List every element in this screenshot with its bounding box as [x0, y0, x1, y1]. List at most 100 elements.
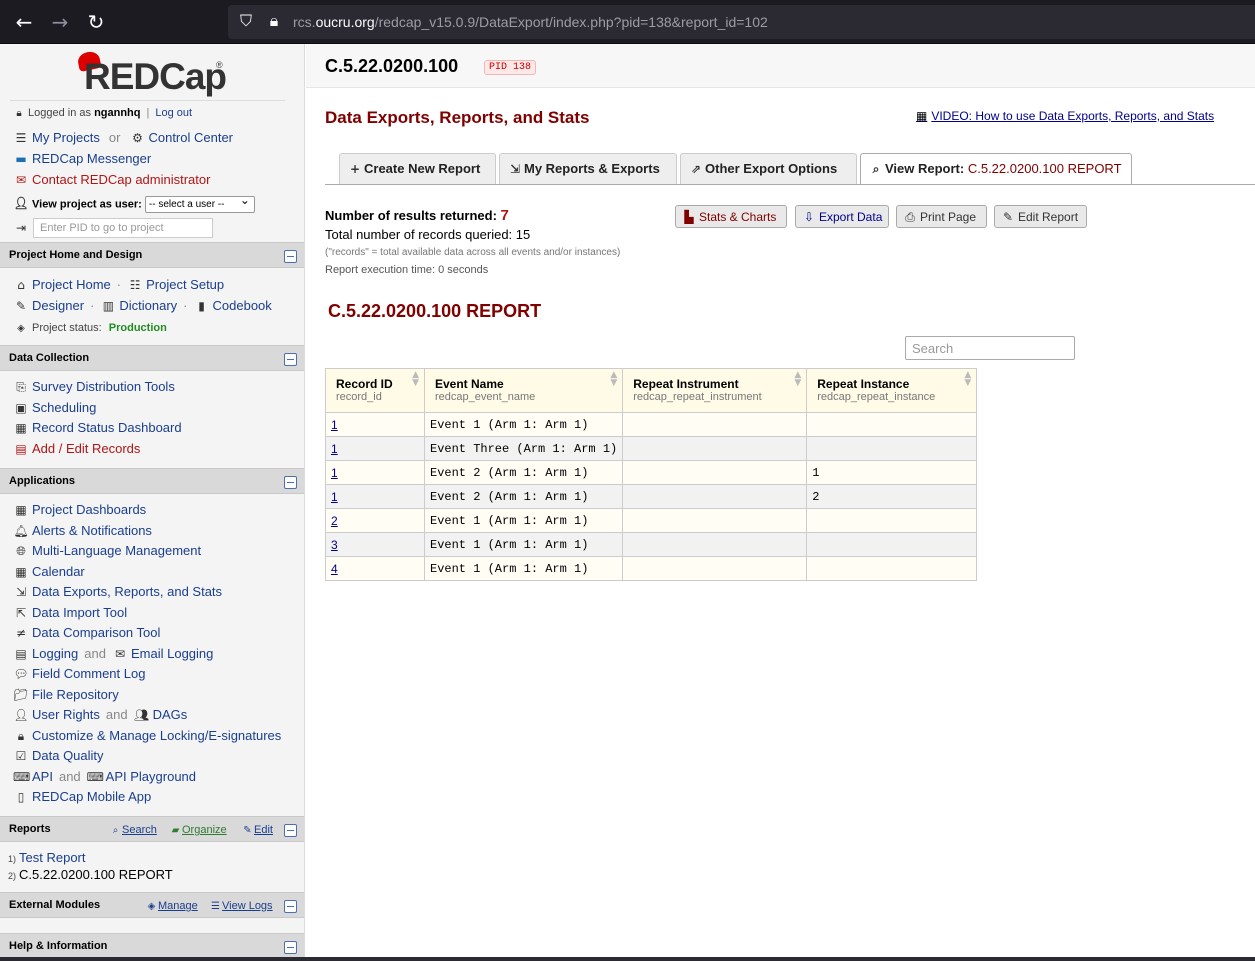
designer-link[interactable]: Designer: [32, 298, 84, 313]
calendar-link[interactable]: Calendar: [32, 564, 85, 579]
record-link[interactable]: 2: [331, 514, 338, 528]
project-title-bar: C.5.22.0200.100 PID 138: [306, 44, 1255, 88]
tab-create-new-report[interactable]: + Create New Report: [339, 153, 496, 184]
reports-organize-link[interactable]: ▰ Organize: [170, 824, 227, 836]
edit-report-button[interactable]: ✎ Edit Report: [994, 205, 1087, 228]
view-as-user-select[interactable]: -- select a user --: [144, 193, 255, 213]
file-repository-link[interactable]: File Repository: [32, 687, 119, 702]
collapse-icon[interactable]: [284, 824, 297, 837]
data-import-link[interactable]: Data Import Tool: [32, 605, 127, 620]
forward-arrow-icon[interactable]: →: [46, 8, 74, 36]
record-link[interactable]: 1: [331, 418, 338, 432]
user-rights-link[interactable]: User Rights: [32, 707, 100, 722]
record-status-dashboard-link[interactable]: Record Status Dashboard: [32, 420, 182, 435]
alerts-link[interactable]: Alerts & Notifications: [32, 523, 152, 538]
grid-icon: ▦: [15, 421, 27, 435]
data-comparison-link[interactable]: Data Comparison Tool: [32, 625, 160, 640]
collapse-icon[interactable]: [284, 900, 297, 913]
address-bar[interactable]: ⛉ 🔒︎ rcs.oucru.org/redcap_v15.0.9/DataEx…: [228, 5, 1255, 39]
logging-link[interactable]: Logging: [32, 646, 78, 661]
redcap-logo[interactable]: REDCap ®: [76, 49, 228, 98]
chart-bar-icon: ▙: [684, 210, 694, 224]
reports-edit-link[interactable]: ✎ Edit: [242, 824, 273, 836]
reports-search-link[interactable]: ⌕ Search: [110, 824, 157, 836]
modules-manage-link[interactable]: ◈ Manage: [146, 900, 198, 912]
chat-icon: ▬: [15, 152, 27, 166]
table-row: 1 Event 1 (Arm 1: Arm 1): [325, 412, 978, 437]
record-link[interactable]: 1: [331, 442, 338, 456]
project-setup-link[interactable]: Project Setup: [146, 277, 224, 292]
clipboard-check-icon: ☑: [15, 749, 27, 763]
lock-icon: 🔒︎: [16, 108, 22, 119]
user-icon: 👤︎: [13, 196, 29, 211]
laptop-code-icon: ⌨: [13, 770, 31, 784]
reload-icon[interactable]: ↻: [82, 8, 110, 36]
home-icon: ⌂: [17, 278, 25, 292]
codebook-link[interactable]: Codebook: [213, 298, 272, 313]
survey-distribution-link[interactable]: Survey Distribution Tools: [32, 379, 175, 394]
column-header[interactable]: Repeat Instrument redcap_repeat_instrumen…: [622, 368, 808, 413]
api-link[interactable]: API: [32, 769, 53, 784]
my-projects-link[interactable]: My Projects: [32, 130, 100, 145]
mobile-app-link[interactable]: REDCap Mobile App: [32, 789, 151, 804]
pid-input[interactable]: Enter PID to go to project: [33, 218, 213, 238]
report-link-test[interactable]: Test Report: [19, 850, 85, 865]
field-comment-log-link[interactable]: Field Comment Log: [32, 666, 145, 681]
back-arrow-icon[interactable]: ←: [10, 8, 38, 36]
report-item[interactable]: 2) C.5.22.0200.100 REPORT: [8, 867, 173, 882]
report-item[interactable]: 1) Test Report: [8, 850, 86, 865]
stats-charts-button[interactable]: ▙ Stats & Charts: [675, 205, 787, 228]
column-header[interactable]: Event Name redcap_event_name ▲ ▼: [423, 368, 624, 413]
record-link[interactable]: 3: [331, 538, 338, 552]
search-input[interactable]: Search: [905, 336, 1075, 360]
users-icon: 👥︎: [134, 708, 150, 722]
print-page-button[interactable]: ⎙ Print Page: [896, 205, 987, 228]
data-quality-link[interactable]: Data Quality: [32, 748, 104, 763]
locking-link[interactable]: Customize & Manage Locking/E-signatures: [32, 728, 281, 743]
collapse-icon[interactable]: [284, 250, 297, 263]
column-header[interactable]: Record ID record_id ▲ ▼: [325, 368, 425, 413]
project-dashboards-link[interactable]: Project Dashboards: [32, 502, 146, 517]
section-header-external-modules[interactable]: External Modules ◈ Manage ☰ View Logs: [0, 892, 304, 918]
video-link[interactable]: ▦ VIDEO: How to use Data Exports, Reports…: [916, 109, 1214, 123]
contact-admin-link[interactable]: Contact REDCap administrator: [32, 172, 210, 187]
section-header-data-collection[interactable]: Data Collection: [0, 345, 304, 371]
collapse-icon[interactable]: [284, 941, 297, 954]
section-header-home-design[interactable]: Project Home and Design: [0, 242, 304, 268]
record-link[interactable]: 4: [331, 562, 338, 576]
collapse-icon[interactable]: [284, 353, 297, 366]
lock-icon[interactable]: 🔒︎: [266, 11, 282, 31]
plus-icon: +: [349, 162, 361, 176]
collapse-icon[interactable]: [284, 476, 297, 489]
column-header[interactable]: Repeat Instance redcap_repeat_instance ▲ ▼: [806, 368, 978, 413]
dictionary-link[interactable]: Dictionary: [119, 298, 177, 313]
record-link[interactable]: 1: [331, 490, 338, 504]
modules-view-logs-link[interactable]: ☰ View Logs: [210, 900, 273, 912]
tab-my-reports[interactable]: ⇲ My Reports & Exports: [499, 153, 677, 184]
control-center-link[interactable]: Control Center: [148, 130, 233, 145]
api-playground-link[interactable]: API Playground: [106, 769, 196, 784]
tab-other-export-options[interactable]: ⇗ Other Export Options: [680, 153, 857, 184]
section-header-applications[interactable]: Applications: [0, 468, 304, 494]
messenger-link[interactable]: REDCap Messenger: [32, 151, 151, 166]
scheduling-link[interactable]: Scheduling: [32, 400, 96, 415]
sign-in-icon: ⇥: [15, 221, 27, 235]
report-link-c5[interactable]: C.5.22.0200.100 REPORT: [19, 867, 173, 882]
section-header-reports[interactable]: Reports ⌕ Search ▰ Organize ✎ Edit: [0, 816, 304, 842]
url-text[interactable]: rcs.oucru.org/redcap_v15.0.9/DataExport/…: [293, 14, 768, 30]
record-link[interactable]: 1: [331, 466, 338, 480]
logout-link[interactable]: Log out: [155, 107, 192, 119]
data-exports-link[interactable]: Data Exports, Reports, and Stats: [32, 584, 222, 599]
file-download-icon: ⇩: [803, 210, 815, 224]
add-edit-records-link[interactable]: Add / Edit Records: [32, 441, 140, 456]
email-logging-link[interactable]: Email Logging: [131, 646, 213, 661]
shield-icon[interactable]: ⛉: [238, 11, 254, 31]
globe-icon: 🌐︎: [16, 544, 26, 558]
dags-link[interactable]: DAGs: [153, 707, 188, 722]
records-queried-count: 15: [515, 227, 531, 242]
export-data-button[interactable]: ⇩ Export Data: [795, 205, 889, 228]
project-home-link[interactable]: Project Home: [32, 277, 111, 292]
tab-view-report[interactable]: ⌕ View Report: C.5.22.0200.100 REPORT: [860, 153, 1132, 185]
multi-language-link[interactable]: Multi-Language Management: [32, 543, 201, 558]
section-header-help[interactable]: Help & Information: [0, 933, 304, 959]
